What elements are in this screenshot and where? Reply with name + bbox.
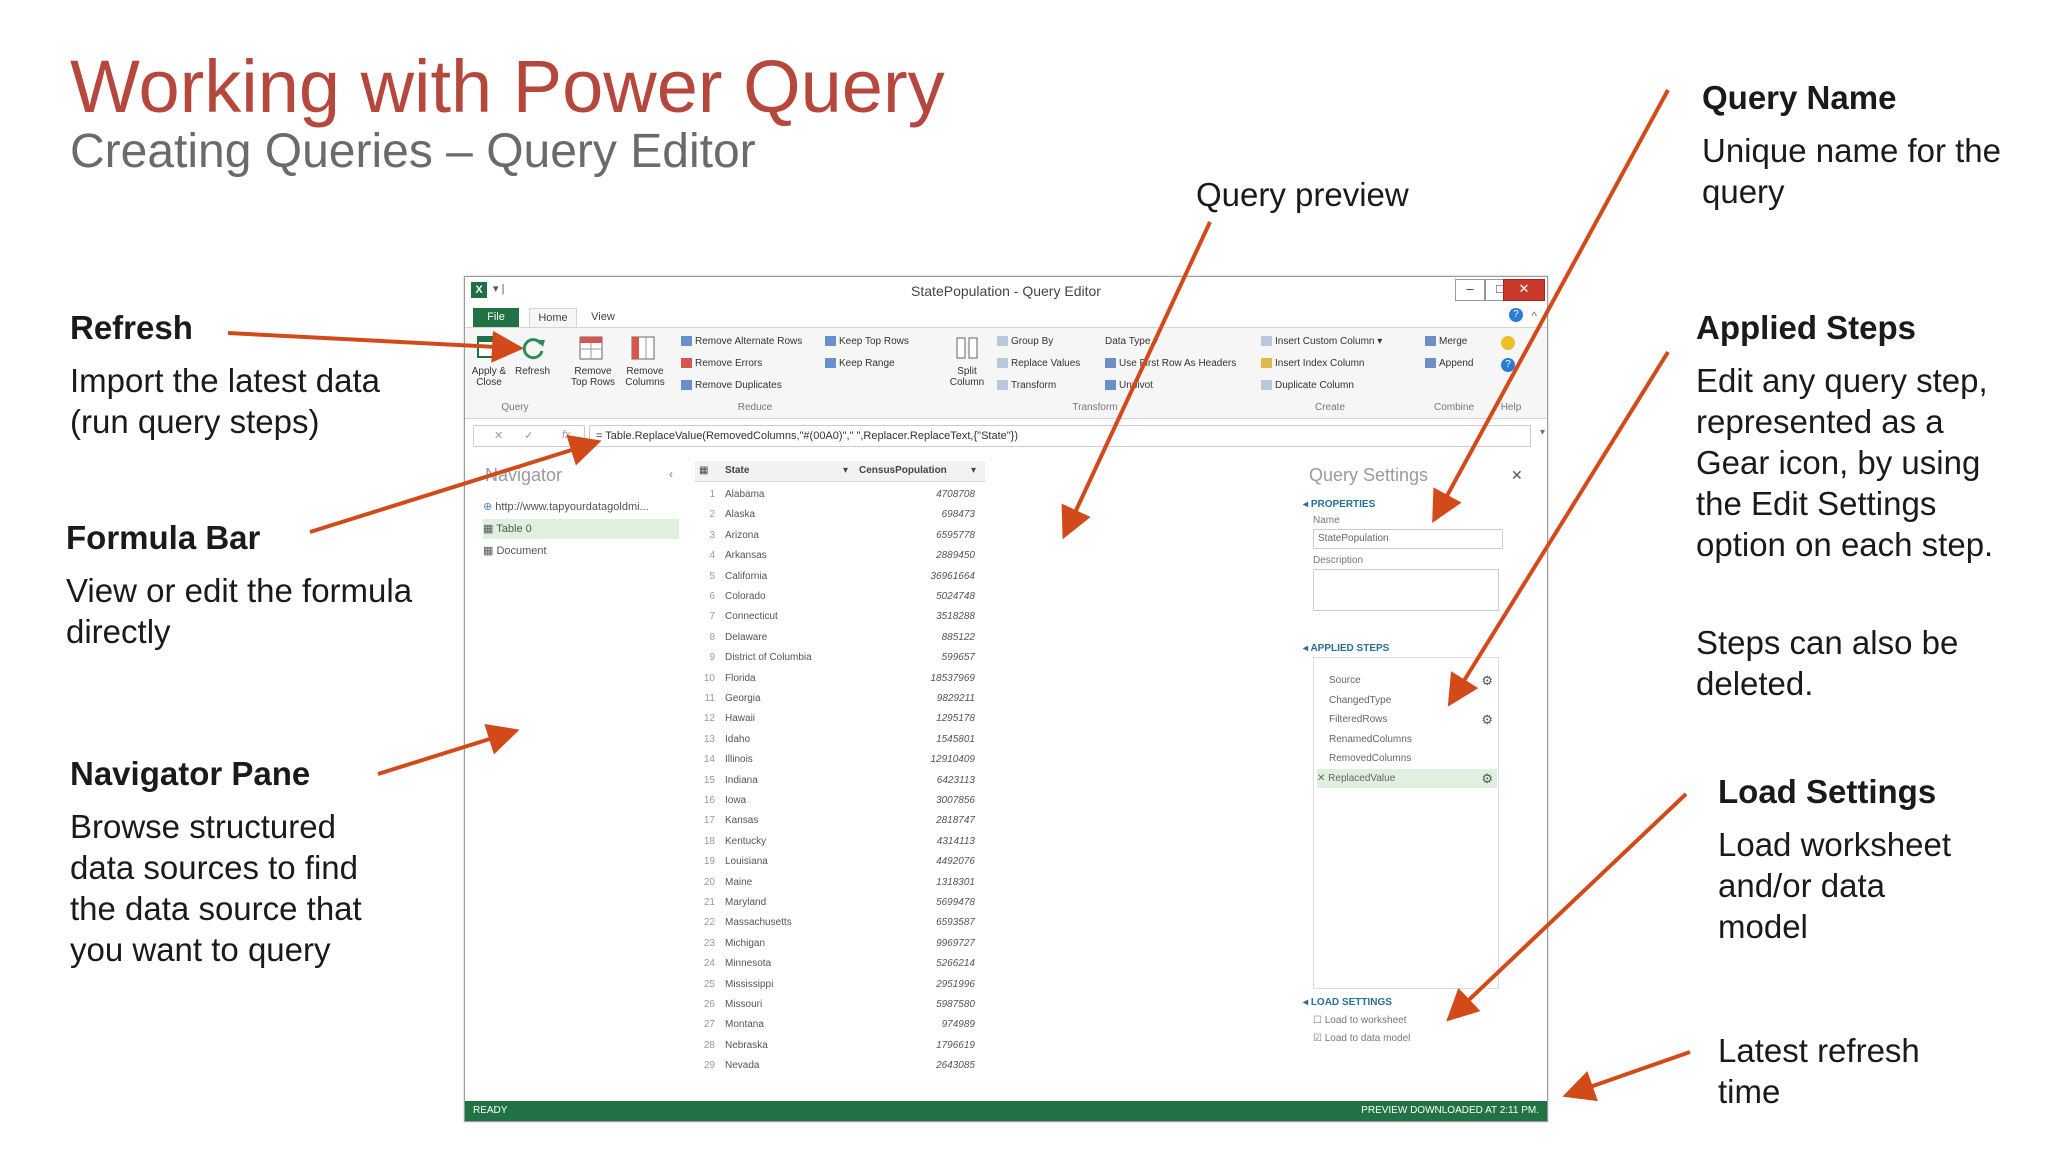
arrow-query-name — [1432, 89, 1670, 524]
arrow-latest-refresh — [1562, 1050, 1691, 1102]
arrow-load-settings — [1446, 792, 1688, 1022]
arrow-applied-steps — [1447, 350, 1670, 707]
arrow-refresh — [227, 330, 524, 363]
callout-arrows — [227, 89, 1691, 1102]
arrow-formula-bar — [309, 434, 602, 534]
arrow-navigator-pane — [377, 723, 520, 776]
arrow-query-preview — [1061, 221, 1212, 540]
